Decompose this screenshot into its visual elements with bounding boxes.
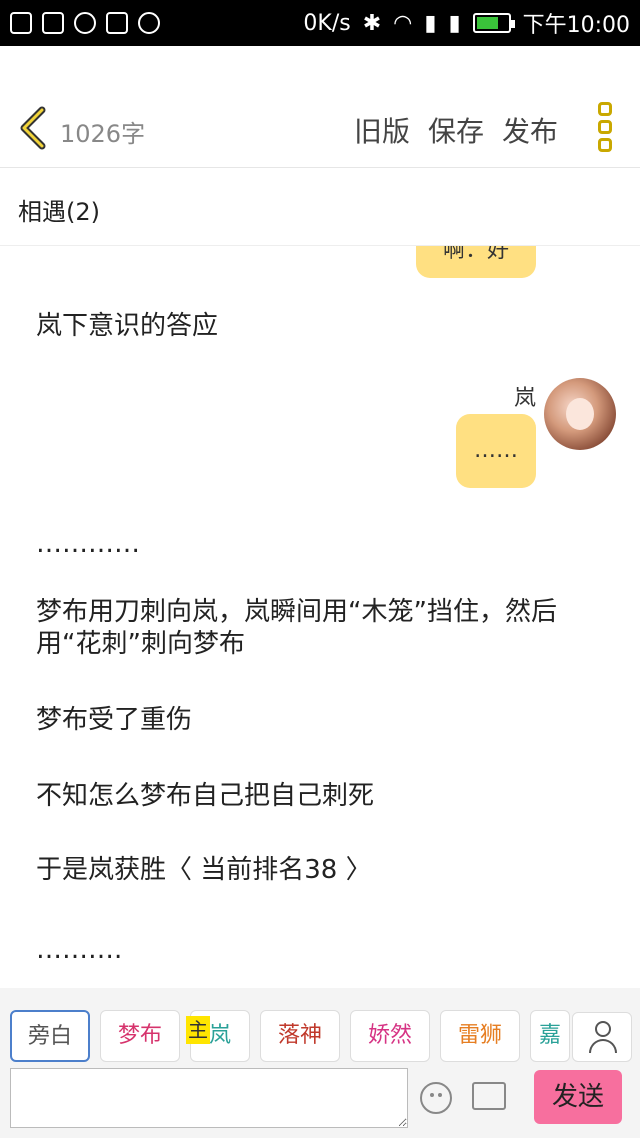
- narration-paragraph[interactable]: 梦布受了重伤: [36, 704, 606, 736]
- chat-bubble[interactable]: ……: [456, 414, 536, 488]
- back-arrow-icon[interactable]: [16, 106, 50, 150]
- publish-button[interactable]: 发布: [502, 110, 558, 150]
- role-jia[interactable]: 嘉: [530, 1010, 570, 1062]
- main-character-badge: 主: [186, 1016, 210, 1044]
- editor-header: 1026字 旧版 保存 发布: [0, 46, 640, 168]
- status-icons-right: 0K/s ✱ ◠ ▮ ▮ 下午10:00: [303, 7, 630, 39]
- message-input[interactable]: [10, 1068, 408, 1128]
- battery-icon: [472, 13, 515, 33]
- chat-bubble-partial[interactable]: 啊：好: [416, 246, 536, 278]
- old-version-button[interactable]: 旧版: [354, 110, 410, 150]
- word-count: 1026字: [60, 120, 146, 148]
- clean-icon: [42, 12, 64, 34]
- chapter-title[interactable]: 相遇(2): [0, 168, 640, 246]
- role-leishi[interactable]: 雷狮: [440, 1010, 520, 1062]
- battery-fill: [476, 17, 498, 29]
- narration-paragraph[interactable]: …………: [36, 528, 606, 560]
- input-bar: 发送: [0, 1068, 640, 1138]
- save-button[interactable]: 保存: [428, 110, 484, 150]
- send-button[interactable]: 发送: [534, 1070, 622, 1124]
- speaker-avatar[interactable]: [544, 378, 616, 450]
- narration-paragraph[interactable]: 于是岚获胜〈 当前排名38 〉: [36, 854, 606, 886]
- narration-paragraph[interactable]: ……….: [36, 934, 606, 966]
- image-icon[interactable]: [472, 1082, 506, 1110]
- story-content[interactable]: 啊：好 岚下意识的答应 岚 …… ………… 梦布用刀刺向岚，岚瞬间用“木笼”挡住…: [0, 246, 640, 988]
- role-narrator[interactable]: 旁白: [10, 1010, 90, 1062]
- narration-paragraph[interactable]: 梦布用刀刺向岚，岚瞬间用“木笼”挡住，然后用“花刺”刺向梦布: [36, 596, 606, 660]
- gallery-icon: [10, 12, 32, 34]
- narration-paragraph[interactable]: 岚下意识的答应: [36, 310, 606, 342]
- status-icons-left: [10, 12, 160, 34]
- sim1-icon: ▮: [424, 10, 437, 36]
- sync-icon: [74, 12, 96, 34]
- narration-paragraph[interactable]: 不知怎么梦布自己把自己刺死: [36, 780, 606, 812]
- sim2-icon: ▮: [448, 10, 461, 36]
- more-menu-icon[interactable]: [598, 102, 616, 152]
- status-bar: 0K/s ✱ ◠ ▮ ▮ 下午10:00: [0, 0, 640, 46]
- role-mengbu[interactable]: 梦布: [100, 1010, 180, 1062]
- music-icon: [138, 12, 160, 34]
- role-luoshen[interactable]: 落神: [260, 1010, 340, 1062]
- speaker-name: 岚: [513, 386, 536, 411]
- clock: 下午10:00: [522, 13, 630, 38]
- update-icon: [106, 12, 128, 34]
- emoji-icon[interactable]: [420, 1082, 452, 1114]
- network-speed: 0K/s: [303, 10, 351, 36]
- role-jiaoran[interactable]: 娇然: [350, 1010, 430, 1062]
- wifi-icon: ◠: [393, 10, 413, 36]
- role-selector-bar: 旁白 梦布 岚 主 落神 娇然 雷狮 嘉: [0, 988, 640, 1068]
- bluetooth-icon: ✱: [362, 10, 382, 36]
- manage-roles-icon[interactable]: [572, 1012, 632, 1062]
